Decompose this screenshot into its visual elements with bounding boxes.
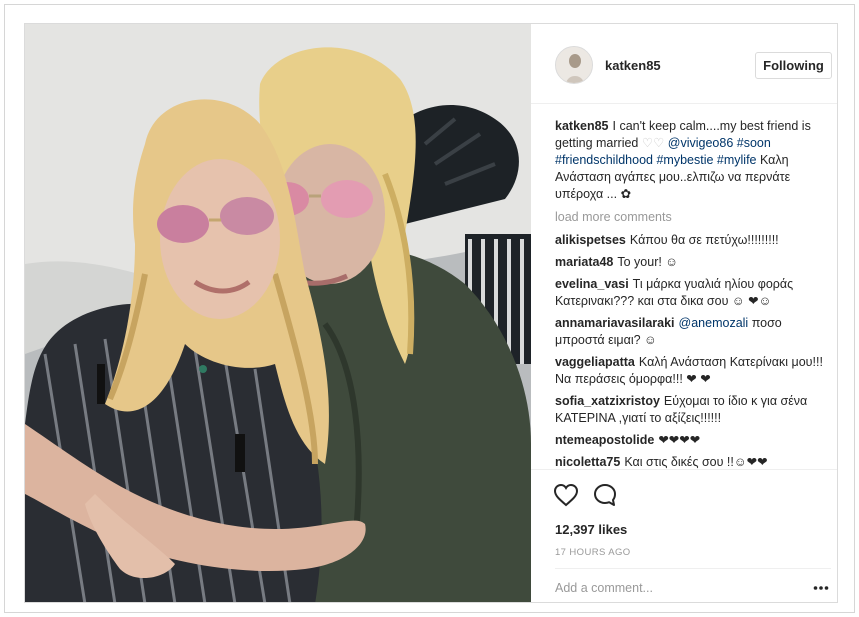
comment-item: vaggeliapatta Καλή Ανάσταση Κατερίνακι μο… [555,354,830,388]
comments-list[interactable]: katken85 I can't keep calm....my best fri… [555,118,830,470]
comment-username[interactable]: evelina_vasi [555,277,629,291]
load-more-comments-link[interactable]: load more comments [555,209,830,226]
instagram-post: katken85 Following katken85 I can't keep … [24,23,838,603]
likes-count[interactable]: 12,397 likes [555,522,627,537]
caption-hashtags[interactable]: #friendschildhood #mybestie #mylife [555,153,757,167]
caption-emoji: ✿ [620,187,632,201]
comment-item: ntemeapostolide ❤❤❤❤ [555,432,830,449]
comment-username[interactable]: mariata48 [555,255,613,269]
comment-username[interactable]: ntemeapostolide [555,433,654,447]
photo-illustration [25,24,531,602]
avatar[interactable] [555,46,593,84]
comment-text: Και στις δικές σου !!☺❤❤ [624,455,768,469]
username-link[interactable]: katken85 [605,58,661,73]
more-icon[interactable] [813,585,829,591]
hashtag-soon[interactable]: #soon [737,136,771,150]
post-actions: 12,397 likes 17 HOURS AGO [531,469,837,602]
comment-item: sofia_xatzixristoy Εύχομαι το ίδιο κ για … [555,393,830,427]
post-photo[interactable] [25,24,531,602]
comment-item: evelina_vasi Τι μάρκα γυαλιά ηλίου φοράς … [555,276,830,310]
comment-username[interactable]: nicoletta75 [555,455,620,469]
comment-username[interactable]: alikispetses [555,233,626,247]
comment-username[interactable]: annamariavasilaraki [555,316,675,330]
caption-username[interactable]: katken85 [555,119,609,133]
comment-text: ❤❤❤❤ [658,433,701,447]
screenshot-frame: katken85 Following katken85 I can't keep … [4,4,855,613]
comment-icon[interactable] [592,482,618,508]
comment-item: mariata48 To your! ☺ [555,254,830,271]
comment-username[interactable]: sofia_xatzixristoy [555,394,660,408]
avatar-image [556,47,592,83]
comment-item: annamariavasilaraki @anemozali ποσο μπροσ… [555,315,830,349]
following-button[interactable]: Following [755,52,832,79]
post-caption: katken85 I can't keep calm....my best fri… [555,118,830,203]
caption-hearts: ♡♡ [641,136,665,150]
add-comment-input[interactable] [555,577,795,599]
heart-icon[interactable] [553,483,579,507]
comment-username[interactable]: vaggeliapatta [555,355,635,369]
caption-mention[interactable]: @vivigeo86 [668,136,734,150]
add-comment-row [555,568,831,602]
comment-text: Κάπου θα σε πετύχω!!!!!!!!! [629,233,779,247]
post-header: katken85 Following [531,24,837,104]
comment-item: nicoletta75 Και στις δικές σου !!☺❤❤ [555,454,830,470]
post-side-panel: katken85 Following katken85 I can't keep … [531,24,837,602]
comment-mention[interactable]: @anemozali [679,316,749,330]
comment-text: To your! ☺ [617,255,679,269]
comment-item: alikispetses Κάπου θα σε πετύχω!!!!!!!!! [555,232,830,249]
post-timestamp: 17 HOURS AGO [555,547,631,558]
